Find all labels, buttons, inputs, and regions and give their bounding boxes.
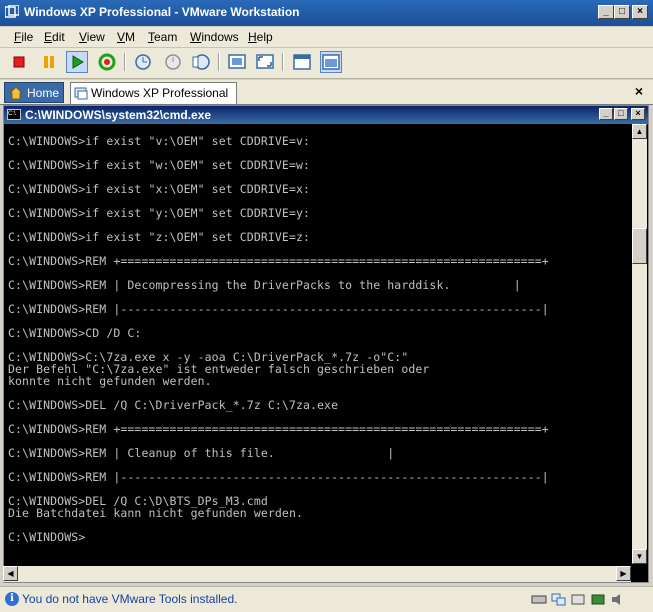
scroll-down-icon[interactable]: ▼ bbox=[632, 549, 647, 564]
device-icon[interactable] bbox=[590, 592, 606, 606]
revert-snapshot-icon[interactable] bbox=[162, 51, 184, 73]
menu-team[interactable]: Team bbox=[148, 30, 177, 44]
scroll-right-icon[interactable]: ▶ bbox=[616, 566, 631, 581]
snapshot-manager-icon[interactable] bbox=[190, 51, 212, 73]
sound-icon[interactable] bbox=[610, 592, 626, 606]
menu-edit[interactable]: Edit bbox=[44, 30, 65, 44]
window-titlebar[interactable]: Windows XP Professional - VMware Worksta… bbox=[0, 0, 653, 26]
minimize-button[interactable]: _ bbox=[598, 5, 614, 19]
cmd-icon: C:\ bbox=[7, 109, 21, 120]
console-line: C:\WINDOWS>if exist "v:\OEM" set CDDRIVE… bbox=[8, 134, 311, 148]
menu-help-accel: H bbox=[248, 30, 257, 44]
horizontal-scrollbar[interactable]: ◀ ▶ bbox=[3, 566, 631, 582]
console-view-icon[interactable] bbox=[320, 51, 342, 73]
toolbar bbox=[0, 48, 653, 79]
menu-file-label: ile bbox=[21, 30, 34, 44]
tab-bar: Home Windows XP Professional × bbox=[0, 80, 653, 105]
hard-disk-icon[interactable] bbox=[531, 592, 547, 606]
stop-icon[interactable] bbox=[8, 51, 30, 73]
info-icon: i bbox=[5, 592, 19, 606]
menu-view[interactable]: View bbox=[79, 30, 105, 44]
cmd-minimize-button[interactable]: _ bbox=[599, 108, 613, 120]
window-title: Windows XP Professional - VMware Worksta… bbox=[24, 5, 300, 19]
console-line: C:\WINDOWS>DEL /Q C:\DriverPack_*.7z C:\… bbox=[8, 398, 339, 412]
cmd-title: C:\WINDOWS\system32\cmd.exe bbox=[25, 108, 212, 122]
scroll-up-icon[interactable]: ▲ bbox=[632, 124, 647, 139]
summary-view-icon[interactable] bbox=[291, 51, 313, 73]
usb-icon[interactable] bbox=[570, 592, 586, 606]
vm-display[interactable]: C:\ C:\WINDOWS\system32\cmd.exe _ □ × C:… bbox=[3, 105, 649, 583]
menu-team-label: eam bbox=[154, 30, 178, 44]
quick-switch-icon[interactable] bbox=[226, 51, 248, 73]
menu-edit-label: dit bbox=[52, 30, 65, 44]
play-icon[interactable] bbox=[66, 51, 88, 73]
console-line: C:\WINDOWS>if exist "z:\OEM" set CDDRIVE… bbox=[8, 230, 311, 244]
menu-view-accel: V bbox=[79, 30, 87, 44]
home-icon bbox=[9, 86, 23, 100]
console-line: C:\WINDOWS>REM | Cleanup of this file. | bbox=[8, 446, 395, 460]
tab-vm[interactable]: Windows XP Professional bbox=[70, 82, 237, 104]
reset-icon[interactable] bbox=[96, 51, 118, 73]
console-line: C:\WINDOWS>CD /D C: bbox=[8, 326, 142, 340]
menu-edit-accel: E bbox=[44, 30, 53, 44]
snapshot-icon[interactable] bbox=[132, 51, 154, 73]
console-line: Die Batchdatei kann nicht gefunden werde… bbox=[8, 506, 303, 520]
console-line: C:\WINDOWS>REM +========================… bbox=[8, 422, 549, 436]
menu-windows[interactable]: Windows bbox=[190, 30, 239, 44]
vmware-app-icon bbox=[5, 5, 19, 18]
status-bar: i You do not have VMware Tools installed… bbox=[0, 586, 653, 612]
vmware-tools-warning[interactable]: You do not have VMware Tools installed. bbox=[22, 592, 237, 606]
maximize-button[interactable]: □ bbox=[614, 5, 630, 19]
console-line: C:\WINDOWS>REM +========================… bbox=[8, 254, 549, 268]
menu-help-label: elp bbox=[256, 30, 273, 44]
menu-vm-label: M bbox=[125, 30, 136, 44]
console-line: C:\WINDOWS>REM | Decompressing the Drive… bbox=[8, 278, 521, 292]
network-icon[interactable] bbox=[550, 592, 566, 606]
cmd-maximize-button[interactable]: □ bbox=[614, 108, 628, 120]
scroll-thumb[interactable] bbox=[632, 228, 647, 264]
console-line: C:\WINDOWS>if exist "y:\OEM" set CDDRIVE… bbox=[8, 206, 311, 220]
console-line: C:\WINDOWS>if exist "w:\OEM" set CDDRIVE… bbox=[8, 158, 311, 172]
menu-view-label: iew bbox=[86, 30, 105, 44]
menu-vm[interactable]: VM bbox=[117, 30, 135, 44]
menu-help[interactable]: Help bbox=[248, 30, 273, 44]
cmd-titlebar[interactable]: C:\ C:\WINDOWS\system32\cmd.exe _ □ × bbox=[4, 106, 648, 124]
console-line: C:\WINDOWS> bbox=[8, 530, 86, 544]
menu-file[interactable]: File bbox=[14, 30, 33, 44]
tab-home-label: Home bbox=[27, 86, 60, 100]
menu-windows-label: indows bbox=[201, 30, 239, 44]
console-line: C:\WINDOWS>REM |------------------------… bbox=[8, 470, 549, 484]
menu-bar: File Edit View VM Team Windows Help bbox=[0, 27, 653, 48]
close-tab-icon[interactable]: × bbox=[635, 83, 643, 99]
fullscreen-icon[interactable] bbox=[254, 51, 276, 73]
close-button[interactable]: × bbox=[632, 5, 648, 19]
tab-home[interactable]: Home bbox=[4, 82, 64, 103]
scroll-left-icon[interactable]: ◀ bbox=[3, 566, 18, 581]
toolbar-separator bbox=[218, 53, 220, 71]
console-line: C:\WINDOWS>if exist "x:\OEM" set CDDRIVE… bbox=[8, 182, 311, 196]
menu-windows-accel: W bbox=[190, 30, 202, 44]
cmd-close-button[interactable]: × bbox=[631, 108, 645, 120]
console-vertical-scrollbar[interactable]: ▲ ▼ bbox=[632, 124, 647, 564]
console-output[interactable]: C:\WINDOWS>if exist "v:\OEM" set CDDRIVE… bbox=[8, 126, 628, 562]
console-line: konnte nicht gefunden werden. bbox=[8, 374, 212, 388]
toolbar-separator bbox=[124, 53, 126, 71]
toolbar-separator bbox=[282, 53, 284, 71]
tab-vm-label: Windows XP Professional bbox=[91, 86, 229, 100]
vm-icon bbox=[74, 87, 88, 100]
pause-icon[interactable] bbox=[38, 51, 60, 73]
console-line: C:\WINDOWS>REM |------------------------… bbox=[8, 302, 549, 316]
menu-vm-accel: V bbox=[117, 30, 126, 44]
